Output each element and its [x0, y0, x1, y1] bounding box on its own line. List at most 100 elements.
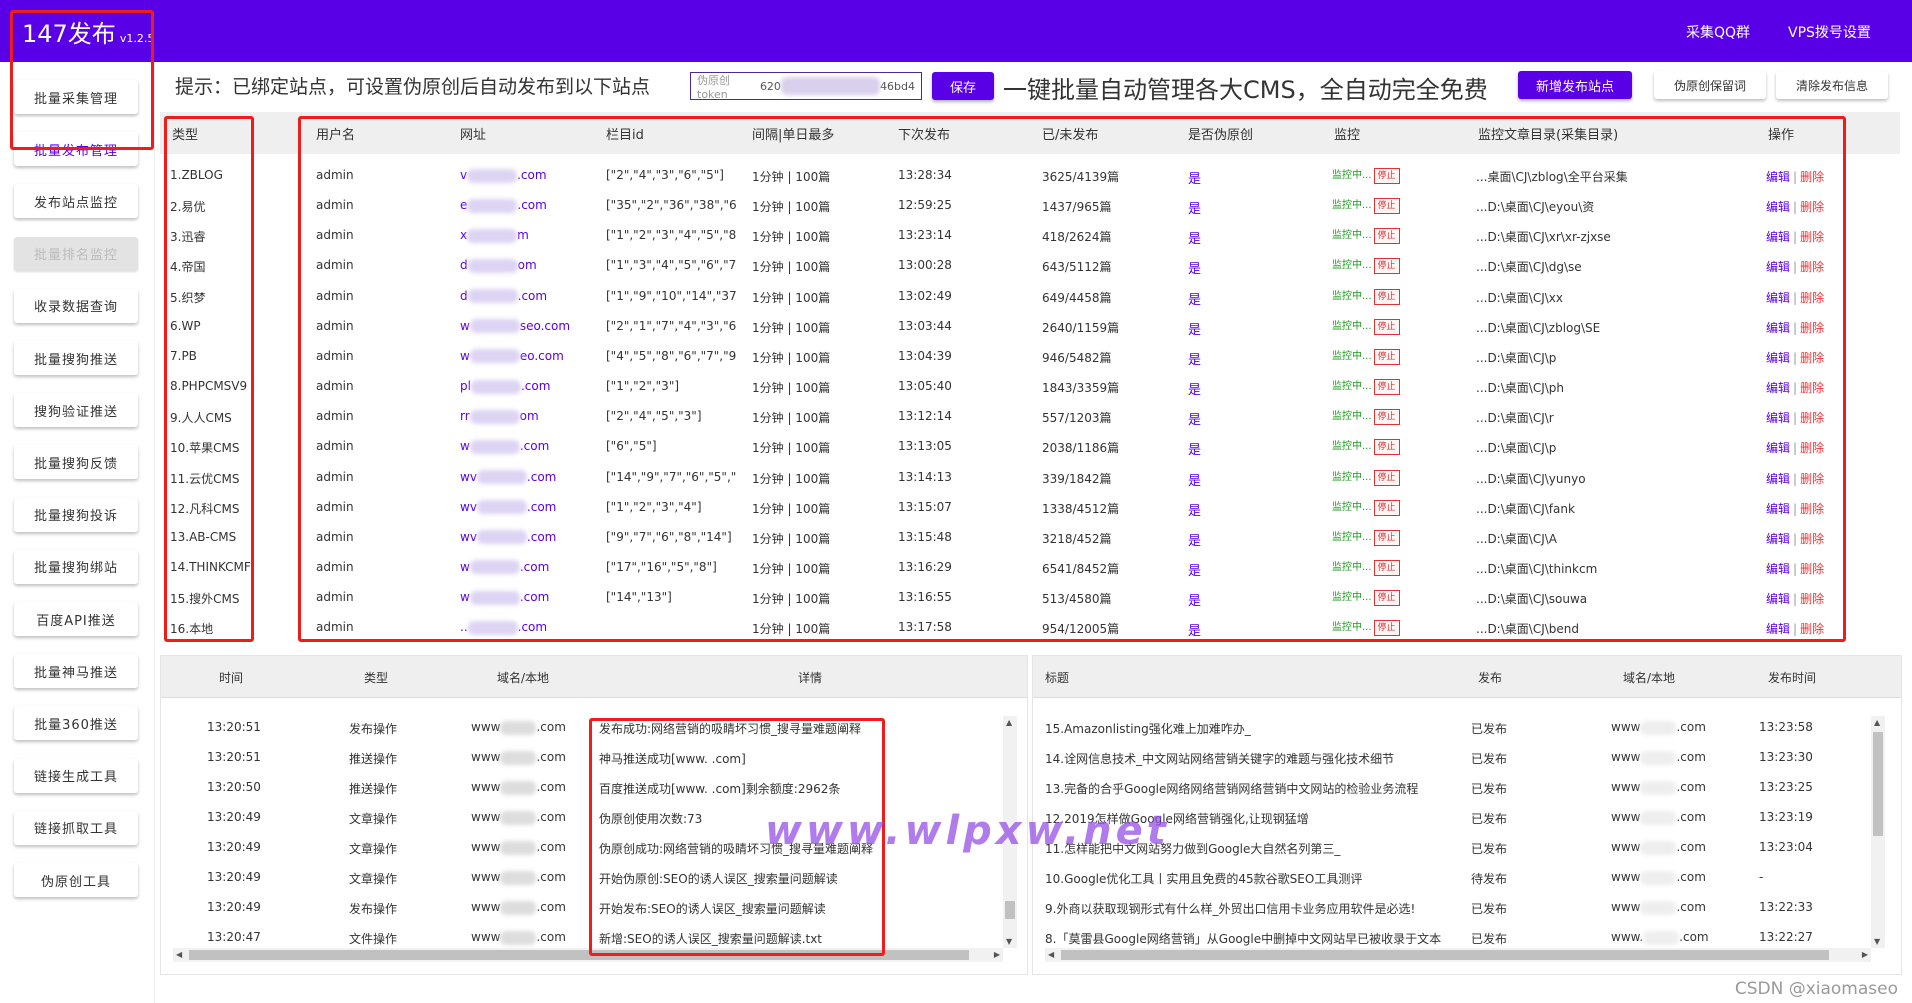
- edit-link[interactable]: 编辑: [1766, 502, 1790, 516]
- sidebar-item[interactable]: 批量搜狗推送: [14, 341, 138, 375]
- site-url-link[interactable]: w eo.com: [460, 349, 564, 364]
- edit-link[interactable]: 编辑: [1766, 562, 1790, 576]
- delete-link[interactable]: 删除: [1800, 622, 1824, 636]
- delete-link[interactable]: 删除: [1800, 321, 1824, 335]
- delete-link[interactable]: 删除: [1800, 230, 1824, 244]
- stop-monitor-button[interactable]: 停止: [1373, 529, 1400, 546]
- article-vscrollbar[interactable]: ▲ ▼: [1871, 716, 1885, 948]
- stop-monitor-button[interactable]: 停止: [1373, 258, 1400, 275]
- stop-monitor-button[interactable]: 停止: [1373, 198, 1400, 215]
- sidebar-item[interactable]: 搜狗验证推送: [14, 393, 138, 428]
- log-hscroll-thumb[interactable]: [189, 950, 969, 960]
- edit-link[interactable]: 编辑: [1766, 472, 1790, 486]
- edit-link[interactable]: 编辑: [1766, 260, 1790, 274]
- delete-link[interactable]: 删除: [1800, 291, 1824, 305]
- qq-group-link[interactable]: 采集QQ群: [1686, 22, 1750, 42]
- edit-link[interactable]: 编辑: [1766, 592, 1790, 606]
- site-url-link[interactable]: wv .com: [460, 530, 556, 545]
- token-input[interactable]: 伪原创token 620 46bd4: [690, 72, 922, 101]
- site-url-link[interactable]: xm: [460, 228, 529, 243]
- article-hscroll-thumb[interactable]: [1061, 950, 1829, 960]
- clear-publish-info-button[interactable]: 清除发布信息: [1776, 71, 1888, 99]
- edit-link[interactable]: 编辑: [1766, 441, 1790, 455]
- sidebar-item[interactable]: 百度API推送: [14, 602, 138, 636]
- edit-link[interactable]: 编辑: [1766, 170, 1790, 184]
- edit-link[interactable]: 编辑: [1766, 622, 1790, 636]
- stop-monitor-button[interactable]: 停止: [1373, 590, 1400, 607]
- scroll-down-arrow-icon[interactable]: ▼: [1874, 937, 1880, 946]
- delete-link[interactable]: 删除: [1800, 200, 1824, 214]
- edit-link[interactable]: 编辑: [1766, 411, 1790, 425]
- stop-monitor-button[interactable]: 停止: [1373, 620, 1400, 637]
- sidebar-item[interactable]: 收录数据查询: [14, 288, 138, 323]
- delete-link[interactable]: 删除: [1800, 260, 1824, 274]
- site-url-link[interactable]: pl .com: [460, 379, 550, 394]
- sidebar-item[interactable]: 链接抓取工具: [14, 810, 138, 845]
- edit-link[interactable]: 编辑: [1766, 291, 1790, 305]
- sidebar-item[interactable]: 批量搜狗绑站: [14, 549, 138, 584]
- delete-link[interactable]: 删除: [1800, 441, 1824, 455]
- sidebar-item[interactable]: 批量搜狗投诉: [14, 497, 138, 532]
- stop-monitor-button[interactable]: 停止: [1373, 469, 1400, 486]
- edit-link[interactable]: 编辑: [1766, 351, 1790, 365]
- delete-link[interactable]: 删除: [1800, 472, 1824, 486]
- scroll-right-arrow-icon[interactable]: ▶: [1862, 950, 1868, 959]
- stop-monitor-button[interactable]: 停止: [1373, 439, 1400, 456]
- log-hscrollbar[interactable]: ◀ ▶: [173, 948, 1003, 962]
- sidebar-item[interactable]: 批量采集管理: [14, 80, 138, 114]
- scroll-up-arrow-icon[interactable]: ▲: [1874, 718, 1880, 727]
- site-url-link[interactable]: w .com: [460, 439, 549, 454]
- site-url-link[interactable]: d .com: [460, 289, 547, 304]
- sidebar-item[interactable]: 批量神马推送: [14, 654, 138, 689]
- site-url-link[interactable]: d om: [460, 258, 537, 273]
- add-site-button[interactable]: 新增发布站点: [1518, 71, 1632, 99]
- scroll-down-arrow-icon[interactable]: ▼: [1006, 937, 1012, 946]
- vps-settings-link[interactable]: VPS拨号设置: [1788, 22, 1871, 42]
- delete-link[interactable]: 删除: [1800, 351, 1824, 365]
- stop-monitor-button[interactable]: 停止: [1373, 228, 1400, 245]
- article-vscroll-thumb[interactable]: [1873, 732, 1883, 836]
- edit-link[interactable]: 编辑: [1766, 200, 1790, 214]
- delete-link[interactable]: 删除: [1800, 411, 1824, 425]
- site-url-link[interactable]: rr om: [460, 409, 539, 424]
- stop-monitor-button[interactable]: 停止: [1373, 409, 1400, 426]
- edit-link[interactable]: 编辑: [1766, 230, 1790, 244]
- delete-link[interactable]: 删除: [1800, 592, 1824, 606]
- save-button[interactable]: 保存: [932, 72, 994, 100]
- sidebar-item[interactable]: 批量搜狗反馈: [14, 445, 138, 480]
- site-url-link[interactable]: e .com: [460, 198, 547, 213]
- stop-monitor-button[interactable]: 停止: [1373, 288, 1400, 305]
- site-url-link[interactable]: wv .com: [460, 500, 556, 515]
- edit-link[interactable]: 编辑: [1766, 381, 1790, 395]
- scroll-up-arrow-icon[interactable]: ▲: [1006, 718, 1012, 727]
- delete-link[interactable]: 删除: [1800, 502, 1824, 516]
- sidebar-item[interactable]: 批量360推送: [14, 706, 138, 741]
- sidebar-item[interactable]: 链接生成工具: [14, 758, 138, 793]
- delete-link[interactable]: 删除: [1800, 170, 1824, 184]
- sidebar-item[interactable]: 批量发布管理: [14, 132, 138, 167]
- site-url-link[interactable]: wv .com: [460, 470, 556, 484]
- stop-monitor-button[interactable]: 停止: [1373, 499, 1400, 516]
- edit-link[interactable]: 编辑: [1766, 532, 1790, 546]
- delete-link[interactable]: 删除: [1800, 381, 1824, 395]
- sidebar-item[interactable]: 发布站点监控: [14, 184, 138, 219]
- scroll-left-arrow-icon[interactable]: ◀: [1048, 950, 1054, 959]
- site-url-link[interactable]: w .com: [460, 560, 549, 575]
- stop-monitor-button[interactable]: 停止: [1373, 559, 1400, 576]
- keep-words-button[interactable]: 伪原创保留词: [1654, 71, 1766, 99]
- edit-link[interactable]: 编辑: [1766, 321, 1790, 335]
- site-url-link[interactable]: w .com: [460, 590, 549, 605]
- stop-monitor-button[interactable]: 停止: [1373, 348, 1400, 365]
- scroll-right-arrow-icon[interactable]: ▶: [994, 950, 1000, 959]
- log-vscroll-thumb[interactable]: [1005, 901, 1015, 919]
- stop-monitor-button[interactable]: 停止: [1373, 318, 1400, 335]
- stop-monitor-button[interactable]: 停止: [1373, 168, 1400, 184]
- site-url-link[interactable]: v .com: [460, 168, 547, 183]
- scroll-left-arrow-icon[interactable]: ◀: [176, 950, 182, 959]
- site-url-link[interactable]: w seo.com: [460, 319, 570, 334]
- site-url-link[interactable]: .. .com: [460, 620, 547, 635]
- sidebar-item[interactable]: 伪原创工具: [14, 863, 138, 897]
- stop-monitor-button[interactable]: 停止: [1373, 379, 1400, 396]
- delete-link[interactable]: 删除: [1800, 562, 1824, 576]
- delete-link[interactable]: 删除: [1800, 532, 1824, 546]
